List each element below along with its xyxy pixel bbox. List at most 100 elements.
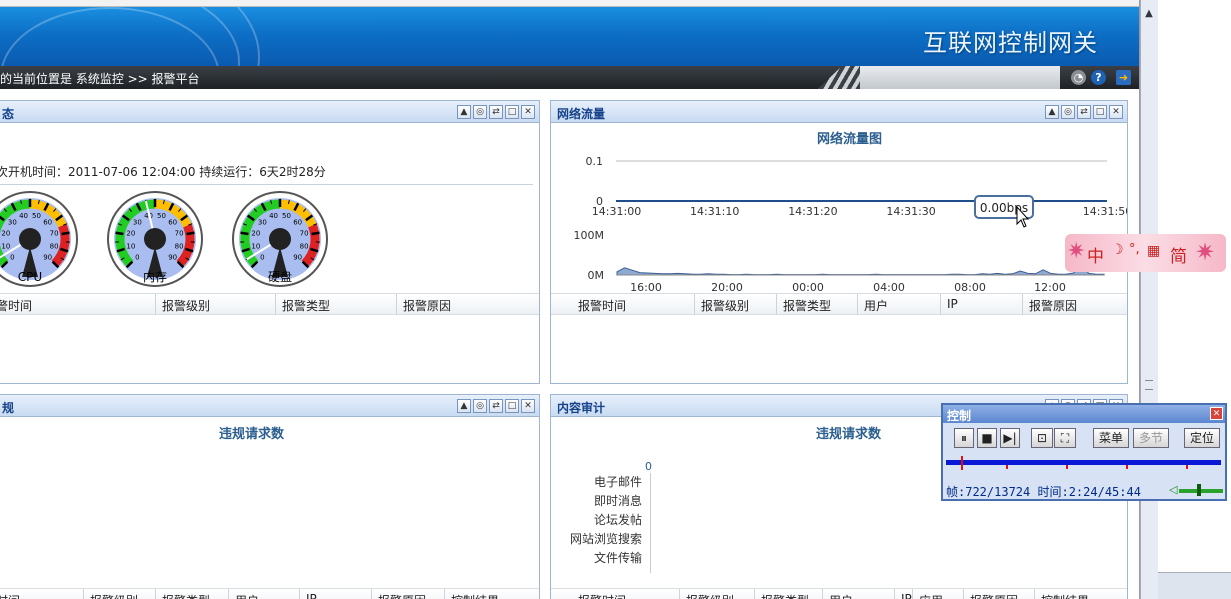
gauge-tick-label: 20	[251, 230, 260, 238]
ime-chinese-mode[interactable]: 中	[1087, 242, 1104, 267]
clock-icon[interactable]: ◔	[1071, 70, 1086, 85]
fit-window-button[interactable]: ⊡	[1031, 428, 1053, 448]
panel-title: 态	[2, 107, 15, 121]
column-header[interactable]: 报警级别	[162, 297, 210, 314]
column-header[interactable]: 报警类型	[162, 592, 210, 599]
column-header[interactable]: 报警级别	[686, 592, 734, 599]
gauge-tick-label: 30	[8, 218, 17, 226]
column-separator	[679, 589, 680, 599]
column-header[interactable]: 用户	[235, 592, 259, 599]
close-icon[interactable]: ✕	[1109, 105, 1123, 119]
collapse-icon[interactable]: ▲	[457, 399, 471, 413]
logout-icon[interactable]: ➜	[1116, 70, 1131, 85]
control-title: 控制	[947, 409, 972, 423]
series-area	[616, 264, 1105, 276]
column-header[interactable]: IP	[306, 592, 317, 599]
column-header[interactable]: 报警类型	[783, 297, 831, 314]
maximize-icon[interactable]: □	[505, 399, 519, 413]
column-header[interactable]: 报警时间	[578, 297, 626, 314]
column-separator	[228, 589, 229, 599]
gauge-tick-label: 10	[1, 242, 10, 250]
gauge-label: CPU	[18, 270, 42, 284]
collapse-icon[interactable]: ▲	[457, 105, 471, 119]
panel-title: 内容审计	[557, 401, 606, 415]
collapse-icon[interactable]: ▲	[1045, 105, 1059, 119]
y-tick-label: 0.1	[586, 155, 604, 168]
gauge-tick-label: 60	[293, 218, 302, 226]
column-header[interactable]: 应用	[919, 592, 943, 599]
menu-button[interactable]: 菜单	[1093, 428, 1129, 448]
refresh-icon[interactable]: ⇄	[1077, 105, 1091, 119]
column-header[interactable]: 报警类型	[761, 592, 809, 599]
column-header[interactable]: 控制结果	[1041, 592, 1089, 599]
scroll-up-icon[interactable]: ▲	[1142, 8, 1156, 22]
gauge-tick	[186, 231, 195, 236]
locate-button[interactable]: 定位	[1184, 428, 1220, 448]
column-header[interactable]: 警时间	[0, 297, 32, 314]
progress-marker	[961, 456, 963, 470]
playback-control-window: 控制 ✕ ⏸ ■ ▶| ⊡ ⛶ 菜单 多节 定位 帧:722/13724 时间:…	[941, 403, 1227, 501]
desktop-area	[1158, 0, 1231, 599]
volume-thumb[interactable]	[1197, 484, 1201, 496]
breadcrumb: 的当前位置是 系统监控 >> 报警平台	[0, 72, 200, 86]
nav-bar: 的当前位置是 系统监控 >> 报警平台 ◔ ? ➜	[0, 66, 1139, 89]
column-header[interactable]: 报警类型	[282, 297, 330, 314]
step-forward-button[interactable]: ▶|	[1000, 428, 1020, 448]
maximize-icon[interactable]: □	[505, 105, 519, 119]
column-header[interactable]: 报警原因	[970, 592, 1018, 599]
column-header[interactable]: 报警原因	[1029, 297, 1077, 314]
close-icon[interactable]: ✕	[521, 105, 535, 119]
ime-punct-icon[interactable]: °,	[1129, 242, 1140, 257]
column-separator	[275, 294, 276, 315]
gauge-tick-label: 30	[258, 218, 267, 226]
column-header[interactable]: IP	[947, 297, 958, 311]
chart-title: 违规请求数	[816, 427, 882, 442]
column-header[interactable]: 报警时间	[578, 592, 626, 599]
column-header[interactable]: 控制结果	[451, 592, 499, 599]
actual-size-button[interactable]: ⛶	[1054, 428, 1076, 448]
column-header[interactable]: IP	[901, 592, 912, 599]
close-icon[interactable]: ✕	[521, 399, 535, 413]
column-header[interactable]: 用户	[864, 297, 888, 314]
pause-button[interactable]: ⏸	[954, 428, 974, 448]
column-header[interactable]: 报警级别	[701, 297, 749, 314]
speaker-icon[interactable]: ◁	[1169, 483, 1177, 496]
ime-toolbar[interactable]: ✷ 中 ☽ °, ▦ 简 ✷	[1065, 234, 1226, 272]
column-header[interactable]: 用户	[829, 592, 853, 599]
close-icon[interactable]: ✕	[1210, 407, 1223, 420]
ime-simplified-mode[interactable]: 简	[1170, 242, 1187, 267]
column-separator	[371, 589, 372, 599]
ime-flower-icon: ✷	[1067, 239, 1086, 264]
column-separator	[912, 589, 913, 599]
scroll-grip[interactable]	[1145, 380, 1153, 390]
ime-moon-icon[interactable]: ☽	[1111, 242, 1124, 258]
help-icon[interactable]: ?	[1091, 70, 1106, 85]
playback-status: 帧:722/13724 时间:2:24/45:44	[946, 485, 1141, 499]
column-separator	[857, 294, 858, 315]
y-tick-label: 100M	[574, 229, 605, 242]
gauge-tick-label: 70	[300, 230, 309, 238]
ime-keyboard-icon[interactable]: ▦	[1147, 243, 1160, 259]
top-strip	[0, 0, 1139, 7]
desktop-edge	[1158, 572, 1231, 599]
stop-button[interactable]: ■	[977, 428, 997, 448]
column-header[interactable]: 报警级别	[90, 592, 138, 599]
refresh-icon[interactable]: ⇄	[489, 399, 503, 413]
settings-icon[interactable]: ◎	[473, 105, 487, 119]
maximize-icon[interactable]: □	[1093, 105, 1107, 119]
multi-section-button: 多节	[1133, 428, 1169, 448]
gauge-hub	[19, 228, 41, 250]
column-separator	[155, 294, 156, 315]
refresh-icon[interactable]: ⇄	[489, 105, 503, 119]
traffic-table-header: 报警时间 报警级别 报警类型 用户 IP 报警原因	[551, 293, 1127, 315]
gauge-tick-label: 70	[50, 230, 59, 238]
column-header[interactable]: 报警原因	[378, 592, 426, 599]
scrollbar-strip[interactable]: ▲	[1140, 0, 1158, 599]
column-header[interactable]: 报警原因	[403, 297, 451, 314]
column-header[interactable]: 时间	[0, 592, 20, 599]
settings-icon[interactable]: ◎	[473, 399, 487, 413]
settings-icon[interactable]: ◎	[1061, 105, 1075, 119]
volume-slider[interactable]	[1179, 489, 1223, 493]
column-separator	[822, 589, 823, 599]
gauge-tick-label: 60	[168, 218, 177, 226]
